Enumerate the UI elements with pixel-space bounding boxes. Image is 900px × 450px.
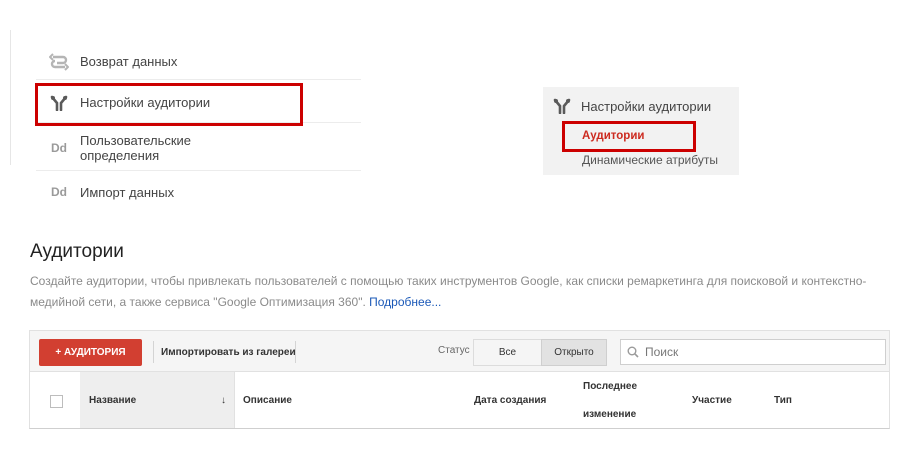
column-header-created[interactable]: Дата создания: [474, 372, 546, 428]
page-title: Аудитории: [30, 241, 124, 262]
status-filter-all[interactable]: Все: [473, 339, 542, 366]
submenu-item-dynamic-attributes[interactable]: Динамические атрибуты: [582, 153, 718, 167]
search-box[interactable]: [620, 339, 886, 365]
custom-definitions-icon: Dd: [51, 140, 67, 155]
column-modified-line2: изменение: [583, 409, 637, 420]
nav-item-label-line1: Пользовательские: [80, 132, 192, 148]
sort-down-icon: ↓: [221, 394, 226, 406]
import-from-gallery-button[interactable]: Импортировать из галереи: [161, 341, 296, 363]
data-import-icon: Dd: [51, 185, 67, 199]
toolbar-divider: [153, 341, 154, 363]
column-header-modified[interactable]: Последнее изменение: [583, 373, 637, 429]
data-return-icon: [44, 52, 74, 71]
column-header-type[interactable]: Тип: [774, 372, 792, 428]
page-description: Создайте аудитории, чтобы привлекать пол…: [30, 271, 870, 313]
highlight-box-nav: [35, 83, 303, 126]
learn-more-link[interactable]: Подробнее...: [369, 295, 441, 309]
toolbar-divider: [295, 341, 296, 363]
column-modified-line1: Последнее: [583, 381, 638, 392]
column-header-participation[interactable]: Участие: [692, 372, 732, 428]
highlight-box-submenu: [562, 121, 696, 152]
audience-settings-icon: [553, 98, 571, 114]
submenu-header-label: Настройки аудитории: [581, 98, 712, 114]
nav-item-label-line2: определения: [80, 147, 160, 163]
column-header-name[interactable]: Название ↓: [80, 372, 234, 428]
nav-item-custom-definitions[interactable]: Dd Пользовательские определения: [36, 125, 361, 171]
nav-divider: [10, 30, 11, 165]
select-all-checkbox[interactable]: [50, 395, 63, 408]
search-input[interactable]: [645, 345, 865, 359]
nav-item-data-return[interactable]: Возврат данных: [36, 44, 361, 80]
nav-item-label: Импорт данных: [80, 184, 175, 200]
submenu-header[interactable]: Настройки аудитории: [553, 98, 711, 114]
description-text: Создайте аудитории, чтобы привлекать пол…: [30, 274, 867, 309]
audience-toolbar: + АУДИТОРИЯ Импортировать из галереи Ста…: [29, 330, 890, 371]
nav-item-label: Возврат данных: [80, 54, 178, 69]
nav-item-label: Пользовательские определения: [80, 133, 191, 163]
status-label: Статус: [438, 345, 470, 356]
nav-item-data-import[interactable]: Dd Импорт данных: [36, 174, 361, 210]
status-filter-open[interactable]: Открыто: [541, 339, 607, 366]
add-audience-button[interactable]: + АУДИТОРИЯ: [39, 339, 142, 366]
audience-table-header: Название ↓ Описание Дата создания Послед…: [29, 371, 890, 429]
column-name-label: Название: [89, 394, 137, 406]
search-icon: [627, 346, 639, 358]
column-divider: [234, 372, 235, 428]
column-header-description[interactable]: Описание: [243, 372, 292, 428]
